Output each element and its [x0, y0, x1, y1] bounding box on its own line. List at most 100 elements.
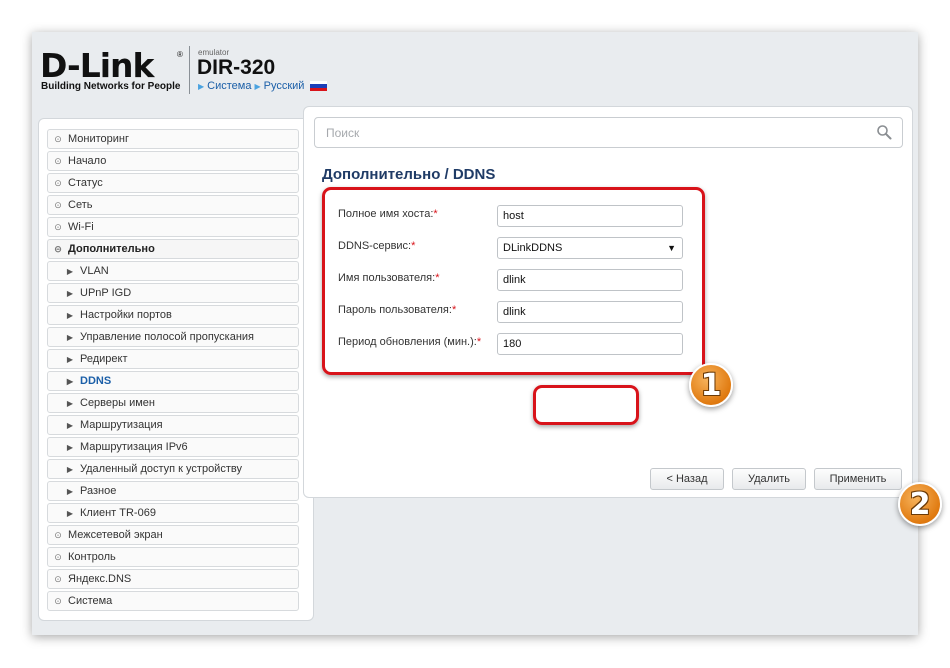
service-row: DDNS-сервис:* DLinkDDNS ▼ — [338, 237, 698, 261]
hostname-row: Полное имя хоста:* — [338, 205, 698, 229]
main-panel: Дополнительно / DDNS Полное имя хоста:* … — [303, 106, 913, 498]
sidebar-item-label: Маршрутизация — [80, 419, 163, 431]
apply-button[interactable]: Применить — [814, 468, 902, 490]
back-button[interactable]: < Назад — [650, 468, 724, 490]
apply-button-highlight — [533, 385, 639, 425]
sidebar-item-label: Статус — [68, 177, 103, 189]
sidebar-item-label: Удаленный доступ к устройству — [80, 463, 242, 475]
dropdown-arrow-icon: ▼ — [667, 243, 676, 253]
triangle-right-icon: ▶ — [66, 354, 73, 364]
sidebar-item-удаленный-доступ-к-устройству[interactable]: ▶ Удаленный доступ к устройству — [47, 459, 299, 479]
ddns-form-highlight: Полное имя хоста:* DDNS-сервис:* DLinkDD… — [322, 187, 705, 375]
circle-arrow-icon: ⊙ — [54, 529, 62, 540]
username-label: Имя пользователя:* — [338, 272, 440, 284]
circle-arrow-icon: ⊙ — [54, 199, 62, 210]
sidebar-item-система[interactable]: ⊙ Система — [47, 591, 299, 611]
delete-button[interactable]: Удалить — [732, 468, 806, 490]
sidebar-item-управление-полосой-пропускания[interactable]: ▶ Управление полосой пропускания — [47, 327, 299, 347]
breadcrumb-language[interactable]: Русский — [264, 80, 305, 92]
sidebar-item-label: Настройки портов — [80, 309, 172, 321]
sidebar-item-label: Маршрутизация IPv6 — [80, 441, 188, 453]
triangle-right-icon: ▶ — [66, 442, 73, 452]
triangle-right-icon: ▶ — [66, 376, 73, 386]
sidebar-item-настройки-портов[interactable]: ▶ Настройки портов — [47, 305, 299, 325]
period-field[interactable] — [497, 333, 683, 355]
sidebar-item-дополнительно[interactable]: ⊝ Дополнительно — [47, 239, 299, 259]
sidebar-item-label: Разное — [80, 485, 117, 497]
sidebar-item-label: Система — [68, 595, 113, 607]
circle-arrow-icon: ⊙ — [54, 177, 62, 188]
sidebar-item-редирект[interactable]: ▶ Редирект — [47, 349, 299, 369]
sidebar-item-статус[interactable]: ⊙ Статус — [47, 173, 299, 193]
sidebar-item-label: Редирект — [80, 353, 128, 365]
triangle-right-icon: ▶ — [66, 486, 73, 496]
breadcrumb-system[interactable]: Система — [207, 80, 251, 92]
circle-arrow-icon: ⊙ — [54, 595, 62, 606]
hostname-label: Полное имя хоста:* — [338, 208, 438, 220]
sidebar-item-label: Дополнительно — [68, 243, 155, 255]
sidebar-item-label: Начало — [68, 155, 107, 167]
logo-text: D-Link — [40, 46, 154, 85]
sidebar-item-label: Межсетевой экран — [68, 529, 163, 541]
sidebar-item-label: UPnP IGD — [80, 287, 132, 299]
dlink-logo[interactable]: D-Link ® Building Networks for People — [40, 48, 186, 93]
magnifier-icon[interactable] — [876, 124, 892, 140]
triangle-right-icon: ▶ — [66, 332, 73, 342]
triangle-right-icon: ▶ — [66, 420, 73, 430]
router-window: D-Link ® Building Networks for People em… — [32, 32, 918, 635]
sidebar-item-label: Яндекс.DNS — [68, 573, 132, 585]
sidebar-item-клиент-tr-069[interactable]: ▶ Клиент TR-069 — [47, 503, 299, 523]
ddns-service-select[interactable]: DLinkDDNS ▼ — [497, 237, 683, 259]
sidebar-item-сеть[interactable]: ⊙ Сеть — [47, 195, 299, 215]
header-divider — [189, 46, 190, 94]
breadcrumb-arrow-icon: ▶ — [198, 81, 205, 91]
logo-tagline: Building Networks for People — [41, 81, 181, 92]
hostname-field[interactable] — [497, 205, 683, 227]
search-input[interactable] — [315, 118, 860, 147]
breadcrumb: ▶ Система ▶ Русский — [198, 80, 328, 92]
circle-arrow-icon: ⊙ — [54, 221, 62, 232]
ddns-service-value: DLinkDDNS — [503, 242, 563, 254]
sidebar-item-мониторинг[interactable]: ⊙ Мониторинг — [47, 129, 299, 149]
sidebar-item-яндекс-dns[interactable]: ⊙ Яндекс.DNS — [47, 569, 299, 589]
step-1-badge: 1 — [689, 363, 733, 407]
password-field[interactable] — [497, 301, 683, 323]
flag-stripe — [310, 87, 328, 91]
triangle-right-icon: ▶ — [66, 288, 73, 298]
sidebar-item-wi-fi[interactable]: ⊙ Wi-Fi — [47, 217, 299, 237]
sidebar-item-upnp-igd[interactable]: ▶ UPnP IGD — [47, 283, 299, 303]
breadcrumb-arrow-icon: ▶ — [254, 81, 261, 91]
device-model: DIR-320 — [197, 56, 276, 79]
sidebar-item-маршрутизация[interactable]: ▶ Маршрутизация — [47, 415, 299, 435]
step-2-badge: 2 — [898, 482, 942, 526]
circle-arrow-icon: ⊙ — [54, 133, 62, 144]
period-row: Период обновления (мин.):* — [338, 333, 698, 357]
sidebar-item-начало[interactable]: ⊙ Начало — [47, 151, 299, 171]
sidebar-item-маршрутизация-ipv6[interactable]: ▶ Маршрутизация IPv6 — [47, 437, 299, 457]
header: D-Link ® Building Networks for People em… — [32, 32, 918, 107]
username-field[interactable] — [497, 269, 683, 291]
sidebar-item-label: Серверы имен — [80, 397, 155, 409]
sidebar-item-серверы-имен[interactable]: ▶ Серверы имен — [47, 393, 299, 413]
triangle-right-icon: ▶ — [66, 266, 73, 276]
triangle-right-icon: ▶ — [66, 310, 73, 320]
sidebar-item-label: Контроль — [68, 551, 116, 563]
sidebar-menu: ⊙ Мониторинг ⊙ Начало ⊙ Статус ⊙ Сеть ⊙ Wi-Fi ⊝ Доп… — [47, 129, 299, 613]
sidebar-item-межсетевой-экран[interactable]: ⊙ Межсетевой экран — [47, 525, 299, 545]
service-label: DDNS-сервис:* — [338, 240, 416, 252]
logo-registered-mark: ® — [177, 50, 183, 59]
password-row: Пароль пользователя:* — [338, 301, 698, 325]
russia-flag-icon[interactable] — [310, 81, 328, 91]
triangle-right-icon: ▶ — [66, 398, 73, 408]
sidebar-item-vlan[interactable]: ▶ VLAN — [47, 261, 299, 281]
sidebar-item-разное[interactable]: ▶ Разное — [47, 481, 299, 501]
sidebar-item-контроль[interactable]: ⊙ Контроль — [47, 547, 299, 567]
sidebar-item-label: VLAN — [80, 265, 109, 277]
sidebar-item-ddns[interactable]: ▶ DDNS — [47, 371, 299, 391]
sidebar-item-label: Мониторинг — [68, 133, 130, 145]
sidebar-item-label: Wi-Fi — [68, 221, 94, 233]
sidebar-item-label: Клиент TR-069 — [80, 507, 156, 519]
circle-arrow-icon: ⊙ — [54, 155, 62, 166]
page-title: Дополнительно / DDNS — [322, 166, 496, 183]
triangle-right-icon: ▶ — [66, 508, 73, 518]
